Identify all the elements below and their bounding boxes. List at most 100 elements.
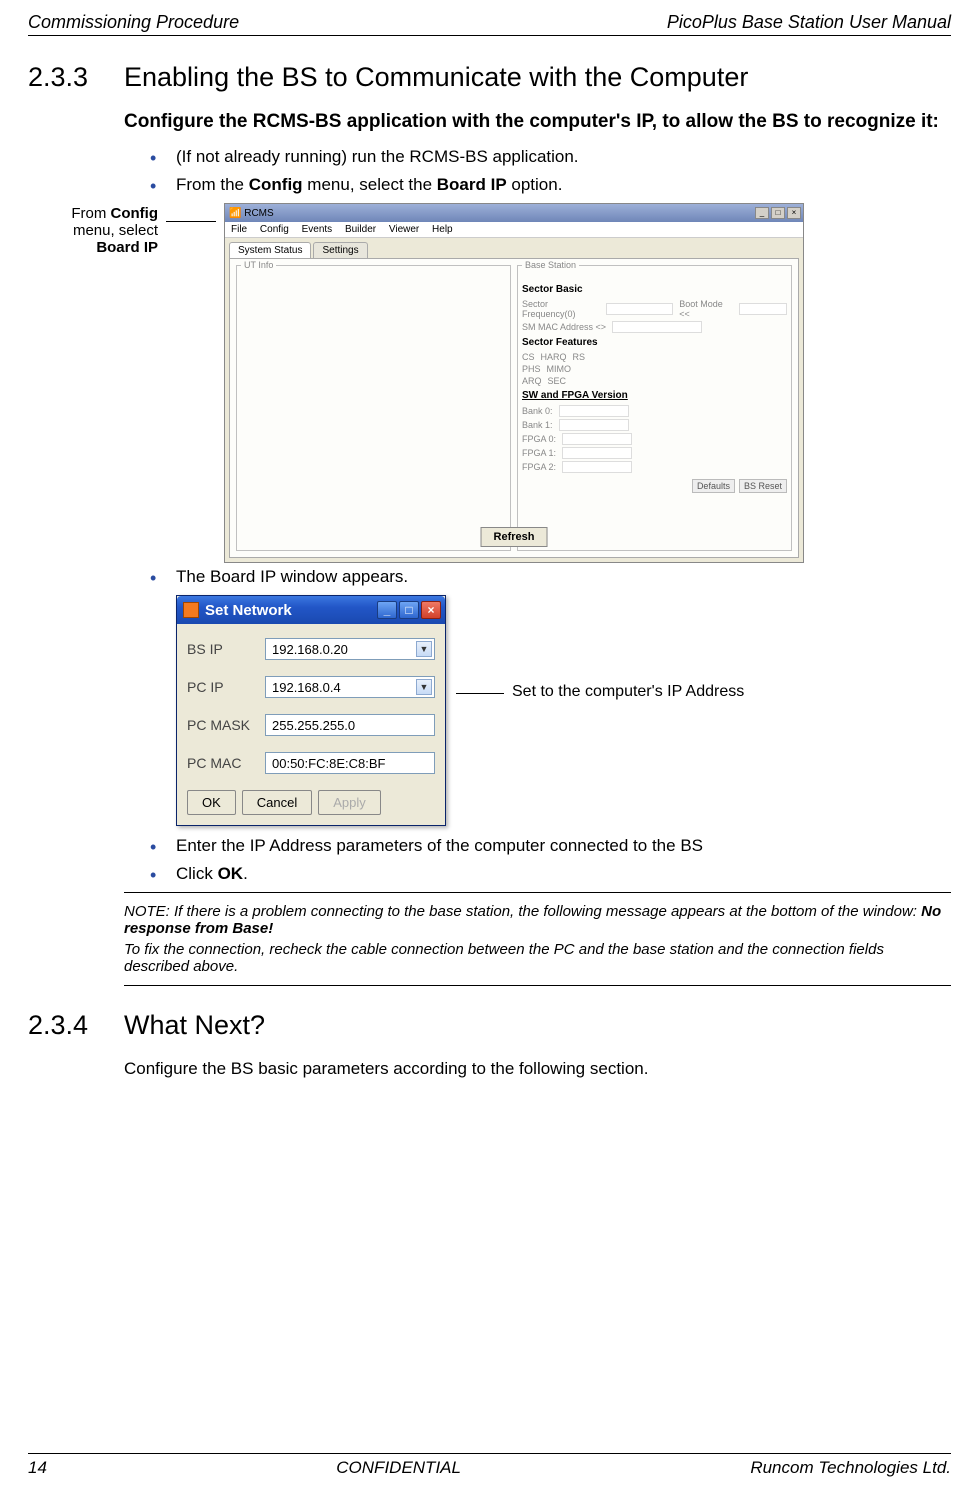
maximize-button[interactable]: □	[399, 601, 419, 619]
section-234-heading: 2.3.4 What Next?	[28, 1010, 951, 1041]
window-titlebar: 📶 RCMS _ □ ×	[225, 204, 803, 222]
pc-ip-input[interactable]: 192.168.0.4 ▼	[265, 676, 435, 698]
bullet-click-ok: Click OK.	[150, 864, 951, 884]
base-station-panel: Base Station Sector Basic Sector Frequen…	[517, 265, 792, 551]
feat-cs: CS	[522, 352, 535, 362]
pc-mac-value: 00:50:FC:8E:C8:BF	[272, 756, 385, 771]
app-icon	[183, 602, 199, 618]
note-text: NOTE: If there is a problem connecting t…	[124, 903, 921, 920]
pc-mask-label: PC MASK	[187, 717, 257, 733]
feat-arq: ARQ	[522, 376, 542, 386]
refresh-button[interactable]: Refresh	[481, 527, 548, 547]
footer-page-number: 14	[28, 1458, 47, 1478]
section-title: What Next?	[124, 1010, 265, 1041]
page-header: Commissioning Procedure PicoPlus Base St…	[28, 12, 951, 36]
fpga0-label: FPGA 0:	[522, 434, 556, 444]
pc-ip-label: PC IP	[187, 679, 257, 695]
dialog-titlebar: Set Network _ □ ×	[177, 596, 445, 624]
menu-events[interactable]: Events	[302, 224, 333, 235]
footer-center: CONFIDENTIAL	[336, 1458, 461, 1478]
close-button[interactable]: ×	[421, 601, 441, 619]
boot-label: Boot Mode <<	[679, 299, 733, 319]
text: .	[243, 864, 248, 883]
menu-file[interactable]: File	[231, 224, 247, 235]
section-title: Enabling the BS to Communicate with the …	[124, 62, 748, 93]
sector-basic-legend: Sector Basic	[522, 284, 787, 295]
tab-system-status[interactable]: System Status	[229, 242, 311, 258]
fpga2-label: FPGA 2:	[522, 462, 556, 472]
cancel-button[interactable]: Cancel	[242, 790, 312, 815]
bank0-field	[559, 405, 629, 417]
bs-ip-input[interactable]: 192.168.0.20 ▼	[265, 638, 435, 660]
text-bold: Board IP	[437, 175, 507, 194]
bs-ip-label: BS IP	[187, 641, 257, 657]
bank0-label: Bank 0:	[522, 406, 553, 416]
bs-reset-button[interactable]: BS Reset	[739, 479, 787, 493]
defaults-button[interactable]: Defaults	[692, 479, 735, 493]
minimize-button[interactable]: _	[377, 601, 397, 619]
close-button[interactable]: ×	[787, 207, 801, 219]
pc-mask-value: 255.255.255.0	[272, 718, 355, 733]
menu-help[interactable]: Help	[432, 224, 453, 235]
minimize-button[interactable]: _	[755, 207, 769, 219]
pc-mac-input[interactable]: 00:50:FC:8E:C8:BF	[265, 752, 435, 774]
fpga0-field	[562, 433, 632, 445]
feat-sec: SEC	[548, 376, 567, 386]
menu-bar: File Config Events Builder Viewer Help	[225, 222, 803, 238]
set-network-dialog: Set Network _ □ × BS IP 192.168.0.20 ▼	[176, 595, 446, 826]
bs-ip-value: 192.168.0.20	[272, 642, 348, 657]
text-bold: OK	[218, 864, 244, 883]
menu-viewer[interactable]: Viewer	[389, 224, 419, 235]
callout-leader-line	[166, 221, 216, 222]
feat-phs: PHS	[522, 364, 541, 374]
boot-field[interactable]	[739, 303, 787, 315]
fpga1-label: FPGA 1:	[522, 448, 556, 458]
section-subheading: Configure the RCMS-BS application with t…	[124, 111, 951, 133]
menu-builder[interactable]: Builder	[345, 224, 376, 235]
mac-field[interactable]	[612, 321, 702, 333]
feat-rs: RS	[573, 352, 586, 362]
section-num: 2.3.3	[28, 62, 124, 93]
tab-settings[interactable]: Settings	[313, 242, 367, 258]
footer-right: Runcom Technologies Ltd.	[750, 1458, 951, 1478]
bullet-config-menu: From the Config menu, select the Board I…	[150, 175, 951, 195]
freq-field[interactable]	[606, 303, 673, 315]
pc-mac-label: PC MAC	[187, 755, 257, 771]
bullet-boardip-window: The Board IP window appears.	[150, 567, 951, 587]
pc-mask-input[interactable]: 255.255.255.0	[265, 714, 435, 736]
maximize-button[interactable]: □	[771, 207, 785, 219]
window-title: RCMS	[244, 208, 273, 219]
panel-legend: Base Station	[522, 260, 579, 270]
feat-mimo: MIMO	[547, 364, 572, 374]
panel-legend: UT Info	[241, 260, 276, 270]
note-block: NOTE: If there is a problem connecting t…	[124, 892, 951, 986]
dropdown-icon[interactable]: ▼	[416, 679, 432, 695]
note-text-2: To fix the connection, recheck the cable…	[124, 941, 951, 975]
section-233-heading: 2.3.3 Enabling the BS to Communicate wit…	[28, 62, 951, 93]
header-left: Commissioning Procedure	[28, 12, 239, 33]
page-footer: 14 CONFIDENTIAL Runcom Technologies Ltd.	[28, 1453, 951, 1478]
fpga1-field	[562, 447, 632, 459]
fpga2-field	[562, 461, 632, 473]
text: option.	[507, 175, 563, 194]
ut-info-panel: UT Info	[236, 265, 511, 551]
apply-button[interactable]: Apply	[318, 790, 381, 815]
dropdown-icon[interactable]: ▼	[416, 641, 432, 657]
annotation-leader-line	[456, 693, 504, 694]
mac-label: SM MAC Address <>	[522, 322, 606, 332]
dialog-title: Set Network	[205, 602, 292, 619]
bank1-label: Bank 1:	[522, 420, 553, 430]
bullet-run-app: (If not already running) run the RCMS-BS…	[150, 147, 951, 167]
rcms-window: 📶 RCMS _ □ × File Config Events Builder …	[224, 203, 804, 563]
annotation-pc-ip: Set to the computer's IP Address	[512, 683, 744, 701]
bullet-enter-ip: Enter the IP Address parameters of the c…	[150, 836, 951, 856]
callout-config-boardip: From Config menu, select Board IP	[28, 203, 158, 256]
text: Click	[176, 864, 218, 883]
menu-config[interactable]: Config	[260, 224, 289, 235]
bank1-field	[559, 419, 629, 431]
pc-ip-value: 192.168.0.4	[272, 680, 341, 695]
ok-button[interactable]: OK	[187, 790, 236, 815]
sw-version-legend: SW and FPGA Version	[522, 390, 787, 401]
header-right: PicoPlus Base Station User Manual	[667, 12, 951, 33]
section-234-body: Configure the BS basic parameters accord…	[124, 1059, 951, 1079]
